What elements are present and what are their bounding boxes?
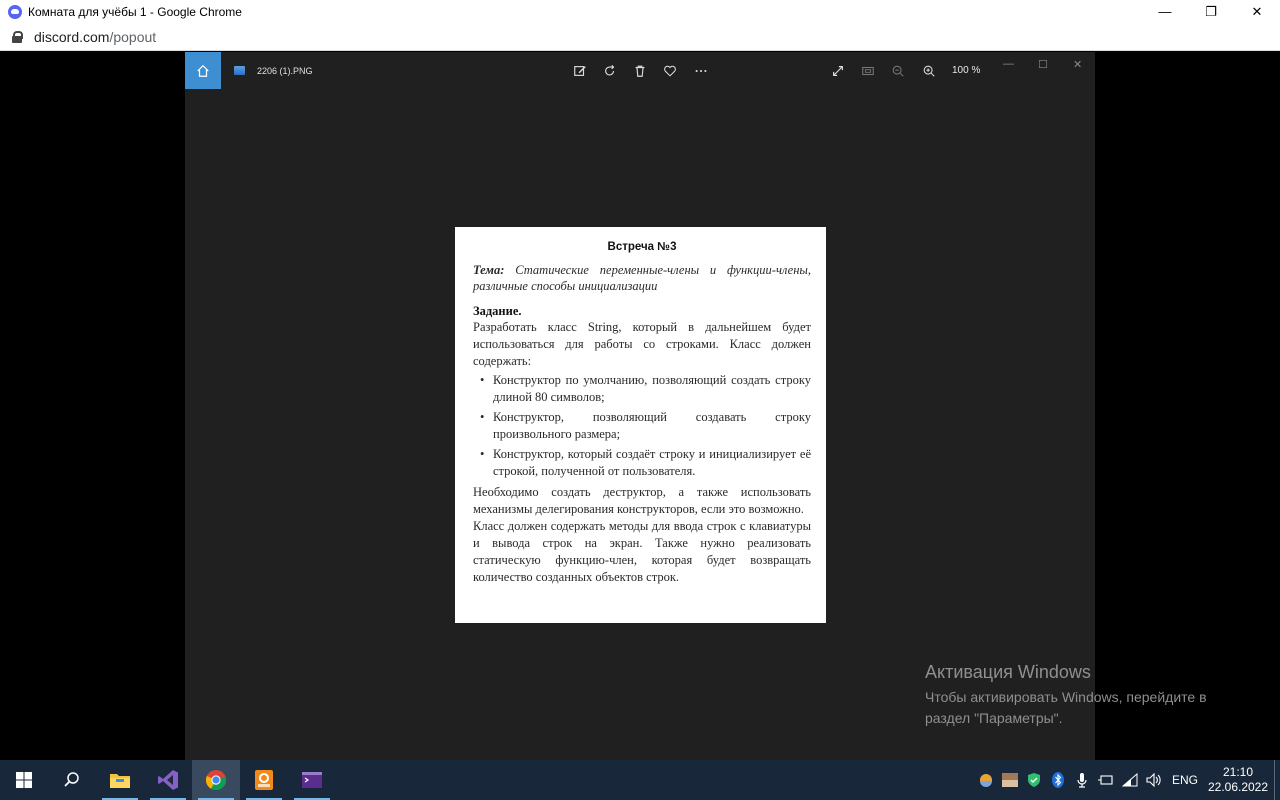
minimize-button[interactable]: — xyxy=(1142,0,1188,23)
zoom-level: 100 % xyxy=(952,65,981,76)
fit-icon xyxy=(862,66,874,76)
edit-icon xyxy=(574,66,586,76)
taskbar-app-terminal[interactable] xyxy=(288,760,336,800)
taskbar-app-explorer[interactable] xyxy=(96,760,144,800)
show-desktop-button[interactable] xyxy=(1274,760,1280,800)
address-bar[interactable]: discord.com/popout xyxy=(0,23,1280,51)
list-item: Конструктор, который создаёт строку и ин… xyxy=(473,446,811,480)
microphone-tray[interactable] xyxy=(1070,760,1094,800)
delete-icon xyxy=(635,65,645,77)
viewer-minimize-button[interactable]: — xyxy=(1003,58,1014,70)
browser-titlebar: Комната для учёбы 1 - Google Chrome — ❐ … xyxy=(0,0,1280,23)
search-icon xyxy=(64,772,79,787)
lock-icon[interactable] xyxy=(12,30,23,43)
discord-icon xyxy=(8,4,22,19)
system-tray: ENG 21:10 22.06.2022 xyxy=(974,760,1280,800)
url-path: /popout xyxy=(109,28,157,45)
task-intro: Разработать класс String, который в даль… xyxy=(473,320,811,368)
favorite-button[interactable] xyxy=(662,63,678,79)
taskbar-app-visual-studio[interactable] xyxy=(144,760,192,800)
bluetooth-icon xyxy=(1051,772,1064,788)
bluetooth-tray[interactable] xyxy=(1046,760,1070,800)
volume-tray[interactable] xyxy=(1142,760,1166,800)
list-item: Конструктор, позволяющий создавать строк… xyxy=(473,409,811,443)
viewer-close-button[interactable]: ✕ xyxy=(1073,58,1082,71)
viewer-toolbar: 2206 (1).PNG 100 % — ☐ ✕ xyxy=(185,52,1095,89)
weather-tray-button[interactable] xyxy=(974,760,998,800)
zoom-in-icon xyxy=(923,65,935,77)
favorite-icon xyxy=(664,65,676,77)
fullscreen-button[interactable] xyxy=(830,63,846,79)
image-file-icon xyxy=(234,66,245,75)
file-name: 2206 (1).PNG xyxy=(257,65,313,76)
clock[interactable]: 21:10 22.06.2022 xyxy=(1206,765,1270,795)
task-heading: Задание. xyxy=(473,304,522,318)
home-icon xyxy=(197,64,209,77)
file-explorer-icon xyxy=(110,774,130,788)
clock-time: 21:10 xyxy=(1222,765,1254,779)
zoom-out-icon xyxy=(892,65,904,77)
home-button[interactable] xyxy=(185,52,221,89)
input-language[interactable]: ENG xyxy=(1172,773,1198,787)
microphone-icon xyxy=(1077,773,1087,788)
fullscreen-icon xyxy=(833,66,843,76)
image-viewer: 2206 (1).PNG 100 % — ☐ ✕ Встреча №3 Тема… xyxy=(185,52,1095,760)
windows-activation-watermark: Активация Windows Чтобы активировать Win… xyxy=(925,662,1207,729)
viewer-maximize-button[interactable]: ☐ xyxy=(1038,58,1048,71)
url-domain: discord.com xyxy=(34,28,110,45)
shield-icon xyxy=(1027,773,1040,787)
methods-paragraph: Класс должен содержать методы для ввода … xyxy=(473,519,811,584)
url-text[interactable]: discord.com/popout xyxy=(34,29,156,45)
more-button[interactable] xyxy=(693,63,709,79)
wifi-icon xyxy=(1121,773,1138,787)
zoom-out-button[interactable] xyxy=(890,63,906,79)
requirements-list: Конструктор по умолчанию, позволяющий со… xyxy=(473,372,811,480)
window-title: Комната для учёбы 1 - Google Chrome xyxy=(28,4,242,19)
document-heading: Встреча №3 xyxy=(607,241,677,253)
restore-button[interactable]: ❐ xyxy=(1188,0,1234,23)
start-icon xyxy=(16,772,32,788)
list-item: Конструктор по умолчанию, позволяющий со… xyxy=(473,372,811,406)
rotate-button[interactable] xyxy=(602,63,618,79)
fit-button[interactable] xyxy=(860,63,876,79)
start-button[interactable] xyxy=(0,760,48,800)
clock-date: 22.06.2022 xyxy=(1207,780,1269,794)
rotate-icon xyxy=(605,64,615,76)
taskbar-app-chrome[interactable] xyxy=(192,760,240,800)
document-image: Встреча №3 Тема: Статические переменные-… xyxy=(455,227,826,623)
close-button[interactable]: ✕ xyxy=(1234,0,1280,23)
edit-button[interactable] xyxy=(572,63,588,79)
terminal-icon xyxy=(302,772,322,788)
security-tray[interactable] xyxy=(1022,760,1046,800)
search-button[interactable] xyxy=(48,760,96,800)
visual-studio-icon xyxy=(158,770,178,790)
avatar-icon xyxy=(1001,773,1018,787)
activation-line-1: Чтобы активировать Windows, перейдите в xyxy=(925,689,1207,705)
window-controls: — ❐ ✕ xyxy=(1142,0,1280,23)
activation-line-2: раздел "Параметры". xyxy=(925,710,1063,726)
activation-title: Активация Windows xyxy=(925,662,1091,682)
chrome-icon xyxy=(205,770,226,791)
pdf-editor-icon xyxy=(255,770,273,790)
user-avatar-tray[interactable] xyxy=(998,760,1022,800)
taskbar: ENG 21:10 22.06.2022 xyxy=(0,760,1280,800)
document-topic: Тема: Статические переменные-члены и фун… xyxy=(473,262,811,294)
zoom-in-button[interactable] xyxy=(921,63,937,79)
speaker-icon xyxy=(1146,773,1161,787)
battery-plug-icon xyxy=(1097,775,1113,785)
topic-label: Тема: xyxy=(473,263,505,277)
more-icon xyxy=(695,69,707,73)
destructor-paragraph: Необходимо создать деструктор, а также и… xyxy=(473,485,811,516)
topic-text: Статические переменные-члены и функции-ч… xyxy=(473,263,812,293)
weather-icon xyxy=(979,774,992,787)
delete-button[interactable] xyxy=(632,63,648,79)
taskbar-app-pdf[interactable] xyxy=(240,760,288,800)
network-tray[interactable] xyxy=(1118,760,1142,800)
battery-tray[interactable] xyxy=(1094,760,1118,800)
